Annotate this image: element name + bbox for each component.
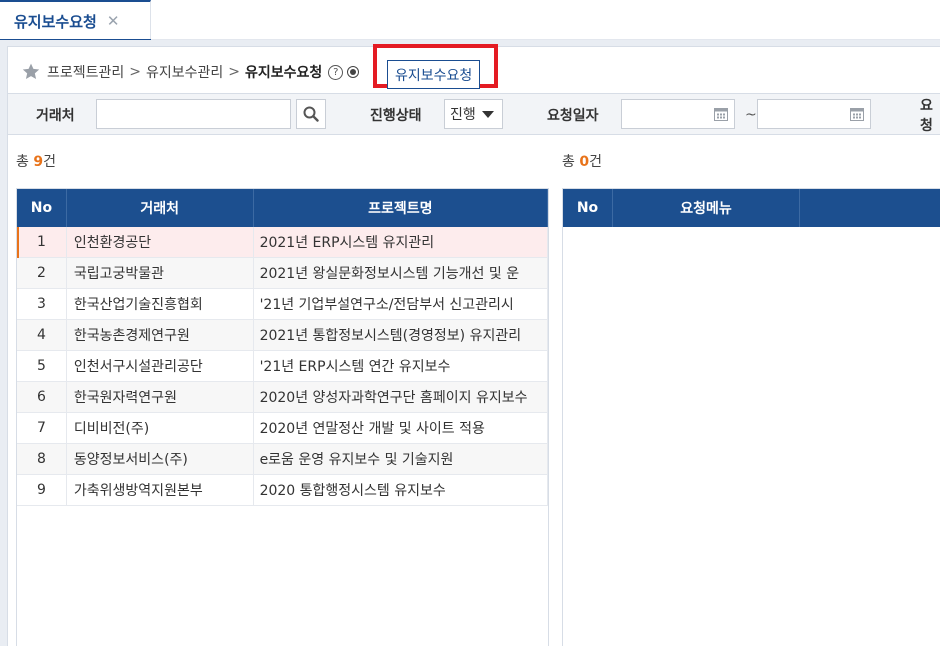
breadcrumb-current: 유지보수요청 (245, 65, 323, 81)
grid-header: No 요청메뉴 (563, 189, 940, 227)
selected-row-indicator (17, 227, 19, 258)
breadcrumb-item-maintenance-management[interactable]: 유지보수관리 (146, 62, 223, 82)
cell-no: 8 (17, 444, 67, 474)
cell-no: 2 (17, 258, 67, 288)
date-to-input[interactable] (757, 99, 871, 129)
date-from-input[interactable] (621, 99, 735, 129)
cell-customer: 동양정보서비스(주) (67, 444, 254, 474)
cell-no: 7 (17, 413, 67, 443)
grid-body: 1 인천환경공단 2021년 ERP시스템 유지관리 2 국립고궁박물관 2021년 왕실… (17, 227, 548, 506)
table-row[interactable]: 4 한국농촌경제연구원 2021년 통합정보시스템(경영정보) 유지관리 (17, 320, 548, 351)
table-row[interactable]: 9 가축위생방역지원본부 2020 통합행정시스템 유지보수 (17, 475, 548, 506)
cell-no: 1 (17, 227, 67, 257)
calendar-icon[interactable] (714, 107, 728, 121)
breadcrumb-separator: > (129, 64, 142, 80)
cell-project: e로움 운영 유지보수 및 기술지원 (254, 444, 548, 474)
cell-customer: 인천환경공단 (67, 227, 254, 257)
table-row[interactable]: 6 한국원자력연구원 2020년 양성자과학연구단 홈페이지 유지보수 (17, 382, 548, 413)
date-label: 요청일자 (547, 108, 599, 124)
request-menu-grid: No 요청메뉴 (562, 188, 940, 646)
cell-no: 9 (17, 475, 67, 505)
column-header-no[interactable]: No (563, 189, 613, 227)
caret-down-icon (481, 110, 494, 118)
table-row[interactable]: 8 동양정보서비스(주) e로움 운영 유지보수 및 기술지원 (17, 444, 548, 475)
breadcrumb: 프로젝트관리 > 유지보수관리 > 유지보수요청 ? (21, 59, 360, 85)
radio-icon[interactable] (347, 66, 360, 78)
count-prefix: 총 (16, 154, 34, 170)
tab-label[interactable]: 유지보수요청 (14, 11, 97, 32)
customer-label: 거래처 (36, 108, 75, 124)
cell-customer: 인천서구시설관리공단 (67, 351, 254, 381)
cell-project: 2020년 연말정산 개발 및 사이트 적용 (254, 413, 548, 443)
column-header-empty (800, 189, 940, 227)
status-select[interactable]: 진행 (444, 99, 503, 129)
cell-customer: 한국농촌경제연구원 (67, 320, 254, 350)
table-row[interactable]: 2 국립고궁박물관 2021년 왕실문화정보시스템 기능개선 및 운 (17, 258, 548, 289)
table-row[interactable]: 3 한국산업기술진흥협회 '21년 기업부설연구소/전담부서 신고관리시 (17, 289, 548, 320)
cell-project: 2020년 양성자과학연구단 홈페이지 유지보수 (254, 382, 548, 412)
status-select-value: 진행 (450, 107, 476, 123)
cell-customer: 가축위생방역지원본부 (67, 475, 254, 505)
column-header-request-menu[interactable]: 요청메뉴 (613, 189, 800, 227)
column-header-no[interactable]: No (17, 189, 67, 227)
cell-customer: 국립고궁박물관 (67, 258, 254, 288)
tab-maintenance-request[interactable]: 유지보수요청 ✕ (0, 0, 151, 41)
status-label: 진행상태 (370, 108, 422, 124)
cell-project: '21년 기업부설연구소/전담부서 신고관리시 (254, 289, 548, 319)
count-suffix: 건 (43, 154, 56, 170)
breadcrumb-item-project-management[interactable]: 프로젝트관리 (47, 62, 124, 82)
star-icon[interactable] (21, 62, 41, 82)
count-value: 0 (579, 154, 590, 170)
cell-no: 3 (17, 289, 67, 319)
search-icon (303, 106, 319, 122)
count-suffix: 건 (589, 154, 602, 170)
search-bar: 거래처 진행상태 진행 요청일자 ~ 요청 (8, 93, 940, 135)
tab-bar: 유지보수요청 ✕ (0, 0, 940, 41)
right-count: 총 0건 (562, 151, 602, 171)
cell-no: 5 (17, 351, 67, 381)
cell-customer: 디비비전(주) (67, 413, 254, 443)
table-row[interactable]: 5 인천서구시설관리공단 '21년 ERP시스템 연간 유지보수 (17, 351, 548, 382)
breadcrumb-separator: > (228, 64, 241, 80)
cell-project: 2021년 왕실문화정보시스템 기능개선 및 운 (254, 258, 548, 288)
date-range-tilde: ~ (745, 107, 757, 123)
close-icon[interactable]: ✕ (107, 12, 120, 30)
request-list-grid: No 거래처 프로젝트명 1 인천환경공단 2021년 ERP시스템 유지관리 2 국립… (16, 188, 549, 646)
left-count: 총 9건 (16, 151, 56, 171)
cell-project: '21년 ERP시스템 연간 유지보수 (254, 351, 548, 381)
count-prefix: 총 (562, 154, 580, 170)
help-icon[interactable]: ? (328, 64, 344, 80)
table-row[interactable]: 7 디비비전(주) 2020년 연말정산 개발 및 사이트 적용 (17, 413, 548, 444)
grid-header: No 거래처 프로젝트명 (17, 189, 548, 227)
main-content: 프로젝트관리 > 유지보수관리 > 유지보수요청 ? 유지보수요청 거래처 진행… (7, 44, 940, 646)
request-label-truncated: 요청 (920, 98, 933, 134)
calendar-icon[interactable] (850, 107, 864, 121)
cell-no: 4 (17, 320, 67, 350)
cell-project: 2021년 통합정보시스템(경영정보) 유지관리 (254, 320, 548, 350)
customer-search-button[interactable] (296, 99, 326, 129)
cell-project: 2020 통합행정시스템 유지보수 (254, 475, 548, 505)
count-value: 9 (33, 154, 44, 170)
customer-input[interactable] (96, 99, 291, 129)
cell-customer: 한국산업기술진흥협회 (67, 289, 254, 319)
column-header-customer[interactable]: 거래처 (67, 189, 254, 227)
column-header-project[interactable]: 프로젝트명 (254, 189, 548, 227)
maintenance-request-button[interactable]: 유지보수요청 (387, 60, 481, 89)
cell-customer: 한국원자력연구원 (67, 382, 254, 412)
cell-no: 6 (17, 382, 67, 412)
cell-project: 2021년 ERP시스템 유지관리 (254, 227, 548, 257)
table-row[interactable]: 1 인천환경공단 2021년 ERP시스템 유지관리 (17, 227, 548, 258)
